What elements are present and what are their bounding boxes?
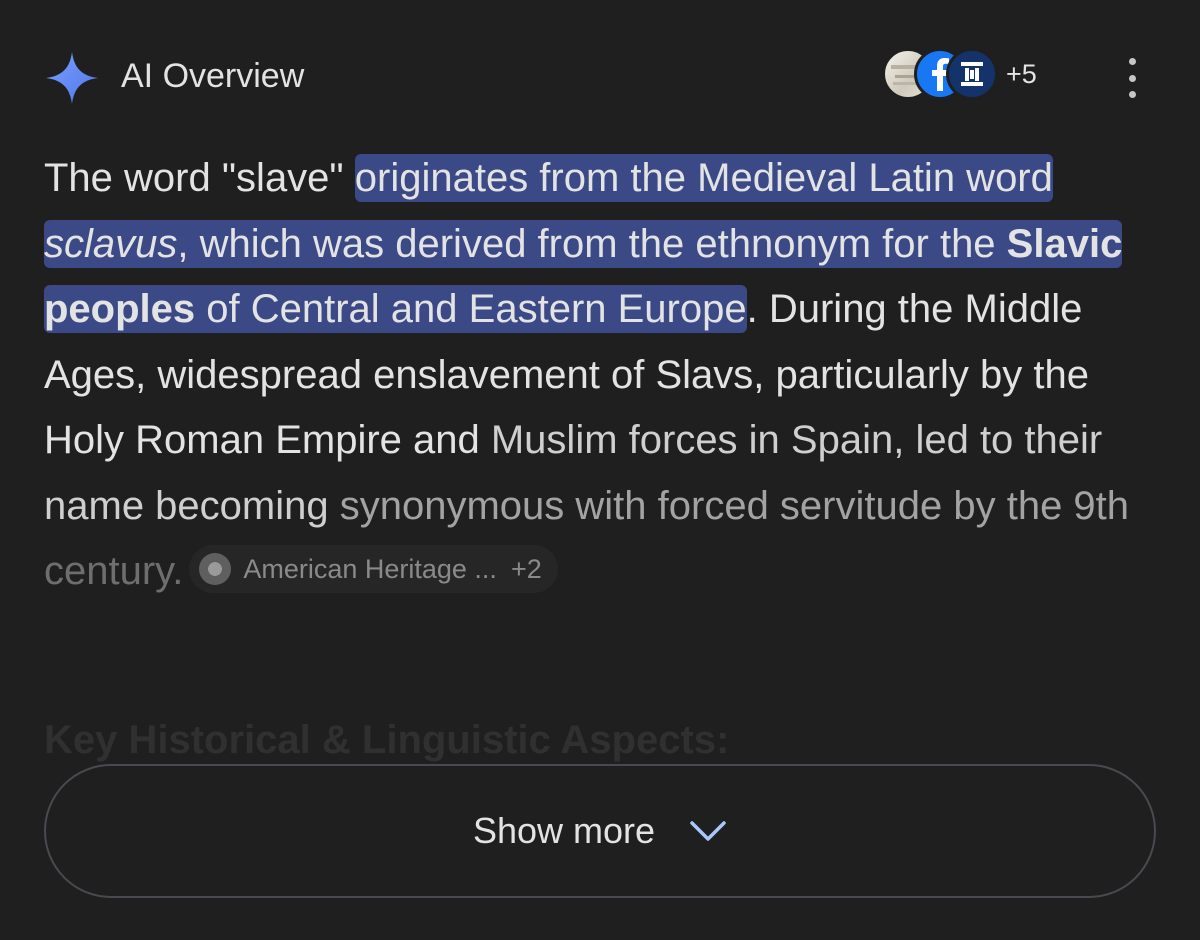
citation-label: American Heritage ... (243, 553, 497, 584)
chevron-down-icon (690, 821, 726, 841)
highlight-text-3: of Central and Eastern Europe (195, 287, 747, 331)
institution-icon[interactable] (946, 48, 998, 100)
intro-text: The word "slave" (44, 156, 355, 200)
more-options-icon[interactable] (1120, 58, 1144, 98)
section-heading-faded: Key Historical & Linguistic Aspects: (44, 718, 730, 762)
highlight-text-1: originates from the Medieval Latin word (354, 156, 1053, 200)
ai-overview-header: AI Overview +5 (44, 46, 1156, 104)
source-avatars[interactable]: +5 (882, 46, 1037, 102)
highlight-text-2: , which was derived from the ethnonym fo… (177, 221, 1007, 266)
body-text-2d: century. (44, 549, 184, 593)
more-sources-count[interactable]: +5 (1006, 59, 1037, 90)
sparkle-icon (46, 52, 98, 104)
body-text-2c: synonymous with forced servitude by the … (339, 483, 1130, 528)
citation-source-icon (199, 553, 232, 586)
overview-text: The word "slave" originates from the Med… (44, 146, 1164, 605)
ai-overview-title: AI Overview (121, 57, 305, 95)
citation-extra-count: +2 (510, 553, 542, 584)
show-more-button[interactable]: Show more (44, 764, 1156, 898)
show-more-label: Show more (472, 810, 656, 851)
period: . (746, 287, 758, 331)
citation-chip[interactable]: American Heritage ... +2 (189, 545, 558, 594)
latin-word: sclavus (44, 221, 178, 266)
